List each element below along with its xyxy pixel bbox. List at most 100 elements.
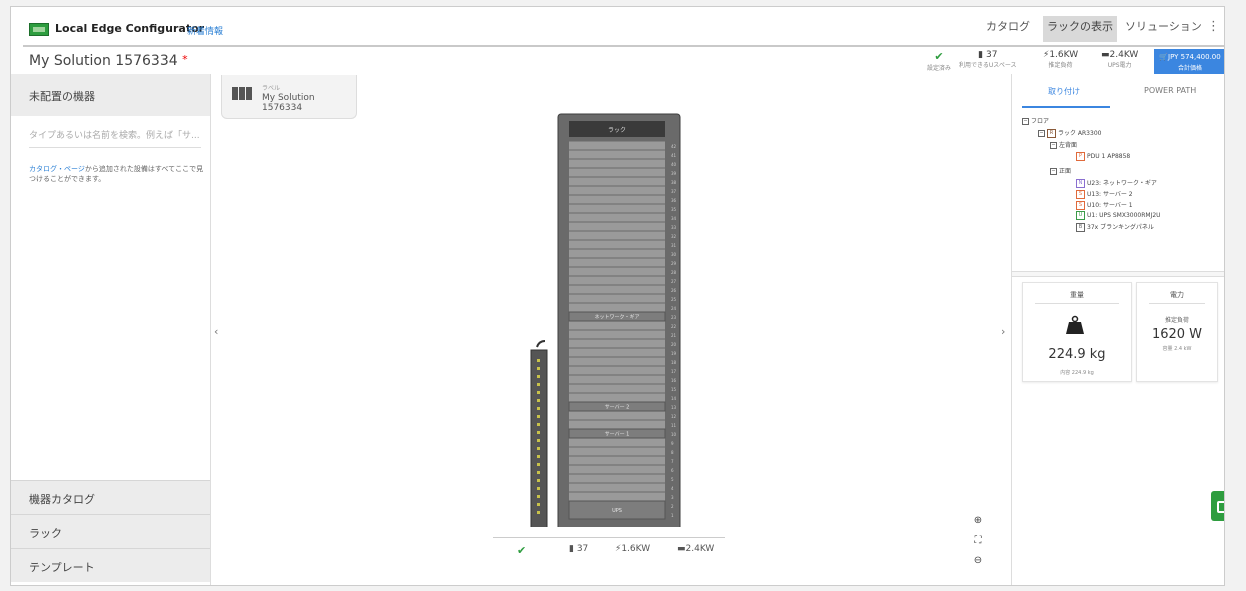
rack-diagram[interactable]: ラック 123456789101112131415161718192021222… [511,107,691,527]
accordion-equipment-catalog[interactable]: 機器カタログ [11,480,210,514]
accordion-rack[interactable]: ラック [11,514,210,548]
blank-panel-slot[interactable] [569,465,665,474]
catalog-page-link[interactable]: カタログ・ページ [29,165,85,173]
tab-rack-view[interactable]: ラックの表示 [1043,16,1117,42]
blank-panel-slot[interactable] [569,420,665,429]
blank-panel-slot[interactable] [569,195,665,204]
blank-panel-slot[interactable] [569,321,665,330]
accordion-templates[interactable]: テンプレート [11,548,210,582]
weight-note: 内容 224.9 kg [1060,370,1094,376]
blank-panel-slot[interactable] [569,483,665,492]
unit-number-label: 22 [671,324,677,329]
blank-panel-slot[interactable] [569,339,665,348]
blank-panel-slot[interactable] [569,168,665,177]
pdu-outlet [537,439,540,442]
equipment-search-input[interactable]: タイプあるいは名前を検索。例えば「サ... [29,128,201,148]
blank-panel-slot[interactable] [569,294,665,303]
catalog-help-text: カタログ・ページから追加された設備はすべてここで見つけることができます。 [29,164,205,184]
blank-panel-slot[interactable] [569,330,665,339]
unit-number-label: 33 [671,225,677,230]
fit-screen-icon[interactable]: ⛶ [967,535,989,553]
zoom-in-icon[interactable]: ⊕ [967,515,989,533]
blank-panel-slot[interactable] [569,240,665,249]
blank-panel-slot[interactable] [569,276,665,285]
tree-node-device[interactable]: S U10: サーバー 1 [1076,200,1133,210]
unit-number-label: 35 [671,207,677,212]
header-divider [23,45,1224,47]
panel-splitter[interactable] [1012,271,1224,277]
chat-icon[interactable] [1211,491,1224,521]
rack-unit-icon: ▮ [978,50,984,60]
unit-number-label: 13 [671,405,677,410]
pdu-strip[interactable] [530,340,548,527]
unit-number-label: 37 [671,189,677,194]
blank-panel-slot[interactable] [569,222,665,231]
u-space-metric: ▮ 37 利用できるUスペース [959,50,1017,69]
rack-label-name: My Solution 1576334 [262,93,315,113]
unit-number-label: 32 [671,234,677,239]
pdu-outlet [537,359,540,362]
tab-solutions[interactable]: ソリューション [1125,20,1202,46]
rack-unit-icon: ▮ [569,544,574,554]
unit-number-label: 36 [671,198,677,203]
pdu-outlet [537,407,540,410]
blank-panel-slot[interactable] [569,204,665,213]
collapse-right-chevron-icon[interactable]: › [1001,325,1005,338]
required-mark: * [182,53,188,66]
device-type-badge: S [1076,190,1085,199]
blank-panel-slot[interactable] [569,348,665,357]
blank-panel-slot[interactable] [569,249,665,258]
more-menu-icon[interactable]: ⋮ [1207,19,1220,34]
blank-panel-slot[interactable] [569,141,665,150]
tab-catalog[interactable]: カタログ [986,20,1030,46]
unit-number-label: 42 [671,144,677,149]
blank-panel-slot[interactable] [569,231,665,240]
tab-power-path[interactable]: POWER PATH [1144,86,1196,95]
unit-number-label: 16 [671,378,677,383]
pdu-outlet [537,463,540,466]
blank-panel-slot[interactable] [569,150,665,159]
pdu-outlet [537,391,540,394]
blank-panel-slot[interactable] [569,213,665,222]
blank-panel-slot[interactable] [569,375,665,384]
blank-panel-slot[interactable] [569,357,665,366]
rack-label-caption: ラベル [262,85,281,92]
blank-panel-slot[interactable] [569,267,665,276]
unit-number-label: 20 [671,342,677,347]
blank-panel-slot[interactable] [569,411,665,420]
weight-icon [1066,315,1084,334]
blank-panel-slot[interactable] [569,177,665,186]
bottom-ups-power-value: 2.4KW [685,544,715,554]
blank-panel-slot[interactable] [569,186,665,195]
solution-name: My Solution 1576334 [29,53,178,69]
blank-panel-slot[interactable] [569,258,665,267]
right-panel: 取り付け POWER PATH − フロア − R ラック AR3300 − 左背面 P… [1011,74,1224,585]
price-button[interactable]: 🛒JPY 574,400.00 合計価格 [1154,49,1224,75]
status-metric: ✔ 設定済み [927,50,951,72]
blank-panel-slot[interactable] [569,303,665,312]
rack-label-card[interactable]: ラベル My Solution 1576334 [221,75,357,119]
collapse-left-chevron-icon[interactable]: ‹ [214,325,218,338]
tab-mounting[interactable]: 取り付け [1048,86,1080,97]
tree-node-label: 37x ブランキングパネル [1087,224,1154,231]
tree-node-device[interactable]: N U23: ネットワーク・ギア [1076,178,1157,188]
blank-panel-slot[interactable] [569,438,665,447]
blank-panel-slot[interactable] [569,384,665,393]
tree-node-device[interactable]: B 37x ブランキングパネル [1076,222,1154,232]
cart-icon: 🛒 [1159,53,1168,61]
rack-device-label: サーバー 1 [605,432,630,438]
blank-panel-slot[interactable] [569,159,665,168]
blank-panel-slot[interactable] [569,474,665,483]
zoom-out-icon[interactable]: ⊖ [967,555,989,573]
unplaced-equipment-header[interactable]: 未配置の機器 [11,74,210,116]
tree-node-device[interactable]: S U13: サーバー 2 [1076,189,1133,199]
tree-node-device[interactable]: U U1: UPS SMX3000RMJ2U [1076,211,1161,220]
blank-panel-slot[interactable] [569,393,665,402]
blank-panel-slot[interactable] [569,492,665,501]
blank-panel-slot[interactable] [569,456,665,465]
blank-panel-slot[interactable] [569,366,665,375]
blank-panel-slot[interactable] [569,447,665,456]
blank-panel-slot[interactable] [569,285,665,294]
whats-new-link[interactable]: 新着情報 [187,24,223,37]
solution-title[interactable]: My Solution 1576334 * [29,53,188,69]
